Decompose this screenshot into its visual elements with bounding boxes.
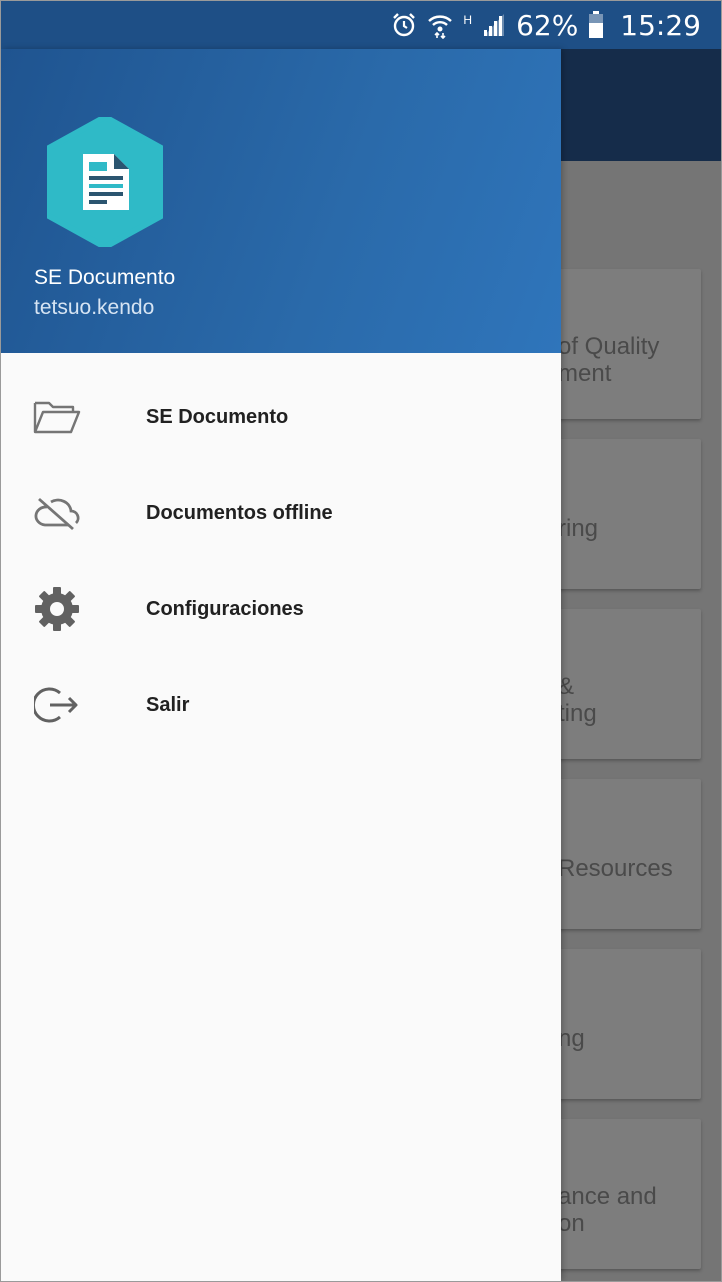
logout-icon (33, 683, 81, 727)
navigation-drawer: SE Documento tetsuo.kendo SE Documento D… (1, 49, 561, 1281)
background-card: ng (542, 949, 701, 1099)
menu-item-label: Documentos offline (146, 501, 333, 524)
gear-icon (33, 587, 81, 631)
drawer-header: SE Documento tetsuo.kendo (1, 49, 561, 353)
menu-item-configuraciones[interactable]: Configuraciones (1, 561, 561, 657)
drawer-user-name: tetsuo.kendo (34, 296, 155, 319)
background-card: ring (542, 439, 701, 589)
cloud-off-icon (33, 491, 81, 535)
battery-icon (588, 11, 604, 39)
menu-item-label: SE Documento (146, 405, 289, 428)
menu-item-salir[interactable]: Salir (1, 657, 561, 753)
battery-percent: 62% (516, 8, 579, 42)
background-card: & ting (542, 609, 701, 759)
drawer-app-name: SE Documento (34, 266, 176, 289)
alarm-icon (391, 12, 417, 38)
document-logo-icon (44, 114, 166, 250)
background-card: ance and on (542, 1119, 701, 1269)
wifi-icon (427, 11, 453, 39)
folder-open-icon (33, 395, 81, 439)
screen: H 62% 15:29 of Quality ment ring & ting … (0, 0, 722, 1282)
background-card: of Quality ment (542, 269, 701, 419)
menu-item-label: Salir (146, 693, 190, 716)
menu-item-se-documento[interactable]: SE Documento (1, 369, 561, 465)
signal-icon (482, 12, 506, 38)
clock: 15:29 (620, 8, 701, 42)
status-bar: H 62% 15:29 (1, 1, 721, 49)
menu-item-documentos-offline[interactable]: Documentos offline (1, 465, 561, 561)
drawer-menu: SE Documento Documentos offline Configur… (1, 369, 561, 753)
menu-item-label: Configuraciones (146, 597, 304, 620)
background-card: Resources (542, 779, 701, 929)
network-type-label: H (463, 13, 473, 27)
